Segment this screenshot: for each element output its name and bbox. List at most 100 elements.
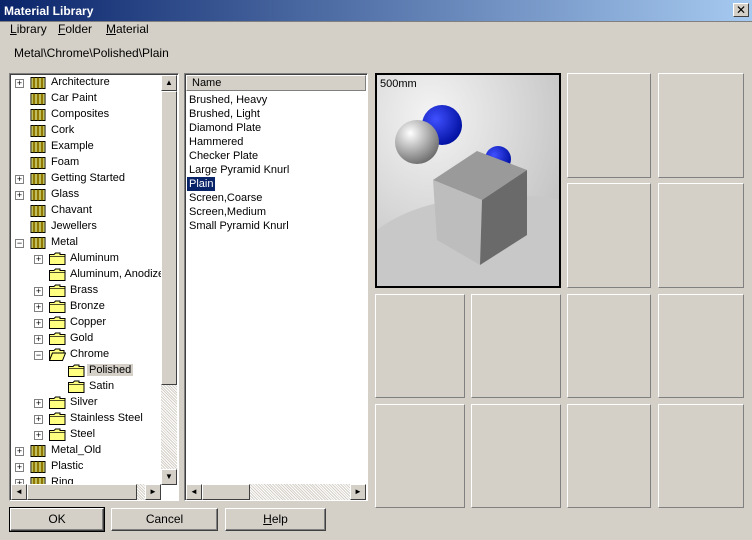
material-thumb[interactable] bbox=[471, 404, 561, 508]
tree-item-label: Plastic bbox=[51, 460, 84, 472]
tree-item-label: Silver bbox=[70, 396, 98, 408]
material-thumb[interactable] bbox=[375, 404, 465, 508]
expand-icon[interactable]: + bbox=[34, 303, 43, 312]
expand-icon[interactable]: + bbox=[15, 463, 24, 472]
tree-item-label: Aluminum, Anodized bbox=[70, 268, 162, 280]
expand-icon[interactable]: + bbox=[15, 175, 24, 184]
column-header-name[interactable]: Name bbox=[186, 75, 366, 91]
tree-item-label: Polished bbox=[87, 364, 134, 376]
scroll-right-icon[interactable]: ► bbox=[350, 484, 366, 500]
menu-library[interactable]: Library bbox=[10, 22, 47, 36]
expand-icon[interactable]: + bbox=[34, 335, 43, 344]
scroll-left-icon[interactable]: ◄ bbox=[11, 484, 27, 500]
tree-item-label: Chrome bbox=[70, 348, 110, 360]
list-item[interactable]: Large Pyramid Knurl bbox=[189, 163, 289, 177]
folder-icon bbox=[49, 284, 66, 297]
tree-item-label: Composites bbox=[51, 108, 110, 120]
scale-label: 500mm bbox=[380, 78, 417, 90]
list-item[interactable]: Screen,Coarse bbox=[189, 191, 262, 205]
tree-hscroll-thumb[interactable] bbox=[27, 484, 137, 500]
ok-button[interactable]: OK bbox=[9, 507, 105, 532]
cancel-button[interactable]: Cancel bbox=[111, 508, 218, 531]
material-thumb[interactable] bbox=[658, 73, 744, 178]
tree-item-label: Satin bbox=[89, 380, 115, 392]
tree-item-label: Example bbox=[51, 140, 94, 152]
folder-icon bbox=[68, 380, 85, 393]
expand-icon[interactable]: + bbox=[34, 287, 43, 296]
scroll-left-icon[interactable]: ◄ bbox=[186, 484, 202, 500]
tree-item-label: Getting Started bbox=[51, 172, 125, 184]
material-thumb[interactable] bbox=[658, 404, 744, 508]
expand-icon[interactable]: + bbox=[15, 447, 24, 456]
list-item[interactable]: Small Pyramid Knurl bbox=[189, 219, 289, 233]
expand-icon[interactable]: + bbox=[15, 191, 24, 200]
material-thumb[interactable] bbox=[567, 73, 651, 178]
menu-folder[interactable]: Folder bbox=[58, 22, 92, 36]
list-hscroll[interactable]: ◄ ► bbox=[186, 484, 366, 500]
material-thumb[interactable] bbox=[658, 294, 744, 398]
menu-library-rest: ibrary bbox=[16, 22, 47, 36]
tree-item-label: Jewellers bbox=[51, 220, 97, 232]
preview-render bbox=[377, 75, 559, 286]
folder-icon bbox=[30, 140, 47, 153]
list-item[interactable]: Checker Plate bbox=[189, 149, 258, 163]
list-item[interactable]: Hammered bbox=[189, 135, 243, 149]
material-thumb[interactable] bbox=[471, 294, 561, 398]
material-thumb[interactable] bbox=[658, 183, 744, 288]
expand-icon[interactable]: + bbox=[34, 431, 43, 440]
folder-icon bbox=[30, 172, 47, 185]
expand-icon[interactable]: + bbox=[34, 255, 43, 264]
list-item[interactable]: Diamond Plate bbox=[189, 121, 261, 135]
folder-icon bbox=[49, 268, 66, 281]
expand-icon[interactable]: + bbox=[34, 319, 43, 328]
folder-icon bbox=[68, 364, 85, 377]
list-item[interactable]: Plain bbox=[187, 177, 216, 191]
folder-icon bbox=[30, 108, 47, 121]
list-item[interactable]: Brushed, Light bbox=[189, 107, 260, 121]
folder-tree[interactable]: + Architecture Car Paint Composites Cork Exam… bbox=[9, 73, 179, 501]
material-list[interactable]: Name Brushed, Heavy Brushed, Light Diamond… bbox=[184, 73, 368, 501]
folder-icon bbox=[49, 316, 66, 329]
scroll-up-icon[interactable]: ▲ bbox=[161, 75, 177, 91]
tree-item-label: Metal_Old bbox=[51, 444, 102, 456]
menu-bar: Library Folder Material bbox=[0, 22, 752, 40]
collapse-icon[interactable]: − bbox=[34, 351, 43, 360]
menu-folder-rest: older bbox=[65, 22, 93, 36]
expand-icon[interactable]: + bbox=[34, 399, 43, 408]
close-button[interactable]: ✕ bbox=[733, 3, 749, 17]
folder-icon bbox=[30, 156, 47, 169]
material-thumb[interactable] bbox=[567, 294, 651, 398]
breadcrumb: Metal\Chrome\Polished\Plain bbox=[14, 46, 169, 60]
folder-icon bbox=[30, 220, 47, 233]
list-item[interactable]: Screen,Medium bbox=[189, 205, 266, 219]
menu-material-rest: aterial bbox=[116, 22, 149, 36]
tree-item-label: Car Paint bbox=[51, 92, 97, 104]
folder-icon bbox=[49, 396, 66, 409]
list-item[interactable]: Brushed, Heavy bbox=[189, 93, 267, 107]
tree-item-label: Glass bbox=[51, 188, 80, 200]
tree-item-label: Brass bbox=[70, 284, 99, 296]
tree-item-label: Gold bbox=[70, 332, 94, 344]
material-thumb[interactable] bbox=[567, 404, 651, 508]
tree-vscroll[interactable]: ▲ ▼ bbox=[161, 75, 177, 485]
scroll-down-icon[interactable]: ▼ bbox=[161, 469, 177, 485]
window-title: Material Library bbox=[4, 4, 94, 18]
collapse-icon[interactable]: − bbox=[15, 239, 24, 248]
tree-item-label: Aluminum bbox=[70, 252, 119, 264]
folder-icon bbox=[30, 188, 47, 201]
folder-icon bbox=[49, 300, 66, 313]
scroll-right-icon[interactable]: ► bbox=[145, 484, 161, 500]
expand-icon[interactable]: + bbox=[15, 79, 24, 88]
list-hscroll-thumb[interactable] bbox=[202, 484, 250, 500]
tree-vscroll-thumb[interactable] bbox=[161, 91, 177, 385]
tree-item-label: Cork bbox=[51, 124, 75, 136]
material-preview[interactable]: 500mm bbox=[375, 73, 561, 288]
tree-hscroll[interactable]: ◄ ► bbox=[11, 484, 161, 500]
tree-item-label: Bronze bbox=[70, 300, 105, 312]
expand-icon[interactable]: + bbox=[34, 415, 43, 424]
material-thumb[interactable] bbox=[567, 183, 651, 288]
menu-material[interactable]: Material bbox=[106, 22, 149, 36]
folder-icon bbox=[30, 204, 47, 217]
material-thumb[interactable] bbox=[375, 294, 465, 398]
help-button[interactable]: Help bbox=[225, 508, 326, 531]
